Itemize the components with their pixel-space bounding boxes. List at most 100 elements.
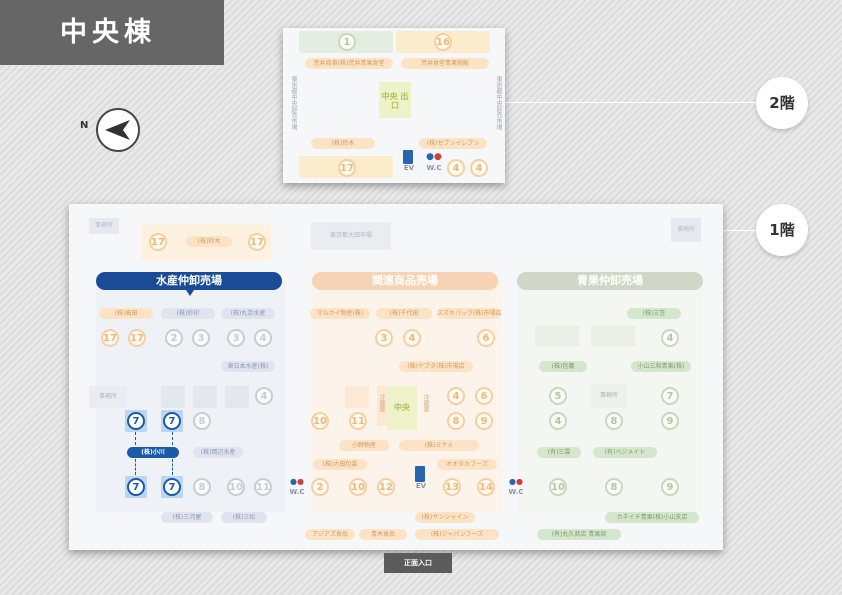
produce-tenant-label[interactable]: (株)信農 — [539, 361, 587, 372]
related-stall[interactable]: 13 — [443, 478, 461, 496]
floor1-office-label: 事務所 — [671, 218, 701, 242]
floor2-stall-16[interactable]: 16 — [434, 33, 452, 51]
seafood-booth[interactable] — [193, 386, 217, 408]
seafood-stall[interactable]: 2 — [165, 329, 183, 347]
floor2-tenant-label[interactable]: (株)セブンイレブン — [419, 138, 487, 149]
floor2-stall-1[interactable]: 1 — [338, 33, 356, 51]
floor2-tenant-label[interactable]: 荒井商事(株)荒井青果食堂 — [305, 58, 393, 69]
floor1-map[interactable]: 事務所 17 (株)鈴木 17 東京都大田市場 事務所 水産仲卸売場 関連商品売… — [69, 204, 723, 550]
seafood-stall[interactable]: 17 — [128, 329, 146, 347]
related-stall[interactable]: 4 — [447, 387, 465, 405]
produce-tenant-label[interactable]: (有)丸久商店 青果部 — [537, 529, 621, 540]
related-stall[interactable]: 6 — [475, 387, 493, 405]
building-title: 中央棟 — [0, 0, 224, 65]
highlight-tenant-label[interactable]: (株)小川 — [127, 447, 179, 458]
produce-booth[interactable] — [535, 326, 579, 346]
seafood-stall[interactable]: 17 — [101, 329, 119, 347]
produce-tenant-label[interactable]: カネイチ青果(株)小山支店 — [605, 512, 699, 523]
produce-tenant-label[interactable]: 小山三和青果(株) — [631, 361, 691, 372]
produce-tenant-label[interactable]: (有)ベジメイト — [593, 447, 657, 458]
floor1-elevator[interactable]: EV — [415, 466, 427, 498]
related-tenant-label[interactable]: 小野物産 — [339, 440, 389, 451]
produce-stall[interactable]: 8 — [605, 478, 623, 496]
produce-tenant-label[interactable]: (有)三雲 — [537, 447, 581, 458]
related-stall[interactable]: 2 — [311, 478, 329, 496]
produce-stall[interactable]: 5 — [549, 387, 567, 405]
related-section-band[interactable]: 関連商品売場 — [312, 272, 498, 290]
related-stall[interactable]: 10 — [349, 478, 367, 496]
related-tenant-label[interactable]: アジアズ食品 — [305, 529, 355, 540]
seafood-tenant-label[interactable]: (株)鈴印 — [161, 308, 215, 319]
related-tenant-label[interactable]: オオタカフーズ — [437, 459, 497, 470]
floor1-badge[interactable]: 1階 — [756, 204, 808, 256]
produce-tenant-label[interactable]: (株)三笠 — [627, 308, 681, 319]
seafood-tenant-label[interactable]: (株)三松 — [221, 512, 267, 523]
seafood-tenant-label[interactable]: (株)岡辺水産 — [193, 447, 243, 458]
seafood-stall[interactable]: 10 — [227, 478, 245, 496]
seafood-stall[interactable]: 3 — [192, 329, 210, 347]
seafood-stall[interactable]: 3 — [227, 329, 245, 347]
produce-stall[interactable]: 4 — [661, 329, 679, 347]
floor2-stall-4[interactable]: 4 — [447, 159, 465, 177]
related-stall[interactable]: 12 — [377, 478, 395, 496]
highlight-stall-7[interactable]: 7 — [163, 412, 181, 430]
seafood-tenant-label[interactable]: 東日本水産(株) — [221, 361, 275, 372]
produce-section-band[interactable]: 青果仲卸売場 — [517, 272, 703, 290]
related-tenant-label[interactable]: (株)サンシャイン — [415, 512, 475, 523]
seafood-stall[interactable]: 8 — [193, 412, 211, 430]
floor2-stall-4[interactable]: 4 — [470, 159, 488, 177]
seafood-booth[interactable] — [225, 386, 249, 408]
related-stall[interactable]: 3 — [375, 329, 393, 347]
floor2-badge[interactable]: 2階 — [756, 77, 808, 129]
related-tenant-label[interactable]: (株)ミナミ — [399, 440, 479, 451]
produce-office: 事務所 — [591, 384, 627, 408]
seafood-stall[interactable]: 8 — [193, 478, 211, 496]
related-tenant-label[interactable]: (株)ヤブタ(株)市場店 — [399, 361, 473, 372]
produce-booth[interactable] — [591, 326, 635, 346]
floor2-map[interactable]: 1 16 荒井商事(株)荒井青果食堂 荒井食堂青果物販 東京都中央卸売市場 東京… — [283, 28, 505, 183]
main-entrance-label[interactable]: 正面入口 — [384, 553, 452, 573]
seafood-stall[interactable]: 11 — [254, 478, 272, 496]
related-stall[interactable]: 6 — [477, 329, 495, 347]
produce-stall[interactable]: 9 — [661, 478, 679, 496]
related-stall[interactable]: 10 — [311, 412, 329, 430]
highlight-stall-7[interactable]: 7 — [127, 478, 145, 496]
floor2-stall-17[interactable]: 17 — [338, 159, 356, 177]
floor1-tenant-label[interactable]: (株)鈴木 — [186, 236, 232, 247]
floor2-tenant-label[interactable]: 荒井食堂青果物販 — [401, 58, 489, 69]
related-booth[interactable] — [345, 386, 369, 408]
floor1-stall-17[interactable]: 17 — [248, 233, 266, 251]
floor2-restroom[interactable]: ●● W.C — [425, 150, 443, 180]
restroom-right[interactable]: ●● W.C — [507, 476, 525, 502]
related-stall[interactable]: 8 — [447, 412, 465, 430]
seafood-tenant-label[interactable]: (株)高田 — [99, 308, 153, 319]
floor2-tenant-label[interactable]: (株)鈴木 — [311, 138, 375, 149]
related-tenant-label[interactable]: (株)大田包装 — [313, 459, 367, 470]
highlight-stall-7[interactable]: 7 — [127, 412, 145, 430]
produce-stall[interactable]: 9 — [661, 412, 679, 430]
related-stall[interactable]: 9 — [475, 412, 493, 430]
related-stall[interactable]: 14 — [477, 478, 495, 496]
seafood-tenant-label[interactable]: (株)三河屋 — [161, 512, 213, 523]
produce-stall[interactable]: 4 — [549, 412, 567, 430]
produce-stall[interactable]: 8 — [605, 412, 623, 430]
related-tenant-label[interactable]: 青木食品 — [359, 529, 407, 540]
seafood-tenant-label[interactable]: (株)丸京水産 — [221, 308, 275, 319]
produce-stall[interactable]: 7 — [661, 387, 679, 405]
related-tenant-label[interactable]: (株)ジャパンフーズ — [415, 529, 499, 540]
seafood-stall[interactable]: 4 — [255, 387, 273, 405]
highlight-stall-7[interactable]: 7 — [163, 478, 181, 496]
related-tenant-label[interactable]: (株)千代田 — [376, 308, 432, 319]
related-tenant-label[interactable]: マルカイ物産(株) — [310, 308, 370, 319]
produce-stall[interactable]: 10 — [549, 478, 567, 496]
seafood-stall[interactable]: 4 — [254, 329, 272, 347]
restroom-left[interactable]: ●● W.C — [288, 476, 306, 502]
related-stall[interactable]: 11 — [349, 412, 367, 430]
related-stall[interactable]: 4 — [403, 329, 421, 347]
seafood-booth[interactable] — [161, 386, 185, 408]
floor2-elevator[interactable]: EV — [403, 150, 415, 180]
floor1-stall-17[interactable]: 17 — [149, 233, 167, 251]
restroom-icon: ●● — [426, 152, 442, 162]
related-tenant-label[interactable]: スズキパック(株)市場店 — [437, 308, 501, 319]
seafood-section-band[interactable]: 水産仲卸売場 — [96, 272, 282, 290]
